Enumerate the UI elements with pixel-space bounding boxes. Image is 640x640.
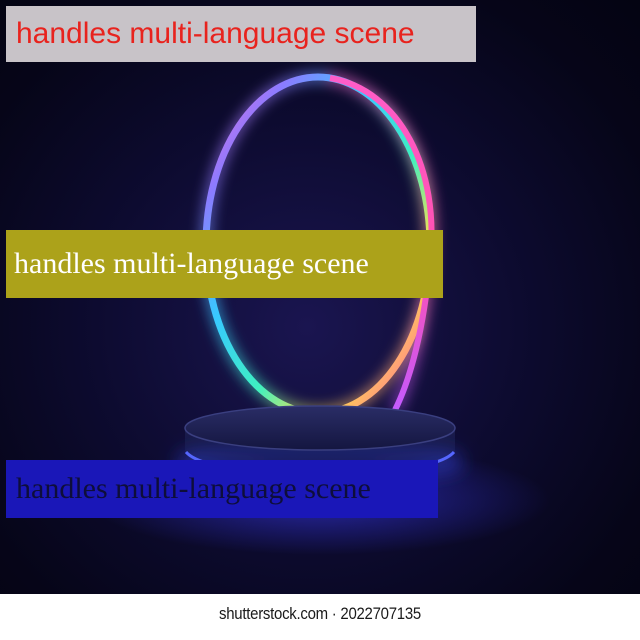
photo-scene: handles multi-language scene handles mul… [0, 0, 640, 594]
caption-bottom: handles multi-language scene [6, 460, 438, 518]
caption-middle: handles multi-language scene [6, 230, 443, 298]
watermark-text: shutterstock.com · 2022707135 [219, 604, 421, 623]
watermark-footer: shutterstock.com · 2022707135 [0, 594, 640, 640]
caption-top: handles multi-language scene [6, 6, 476, 62]
